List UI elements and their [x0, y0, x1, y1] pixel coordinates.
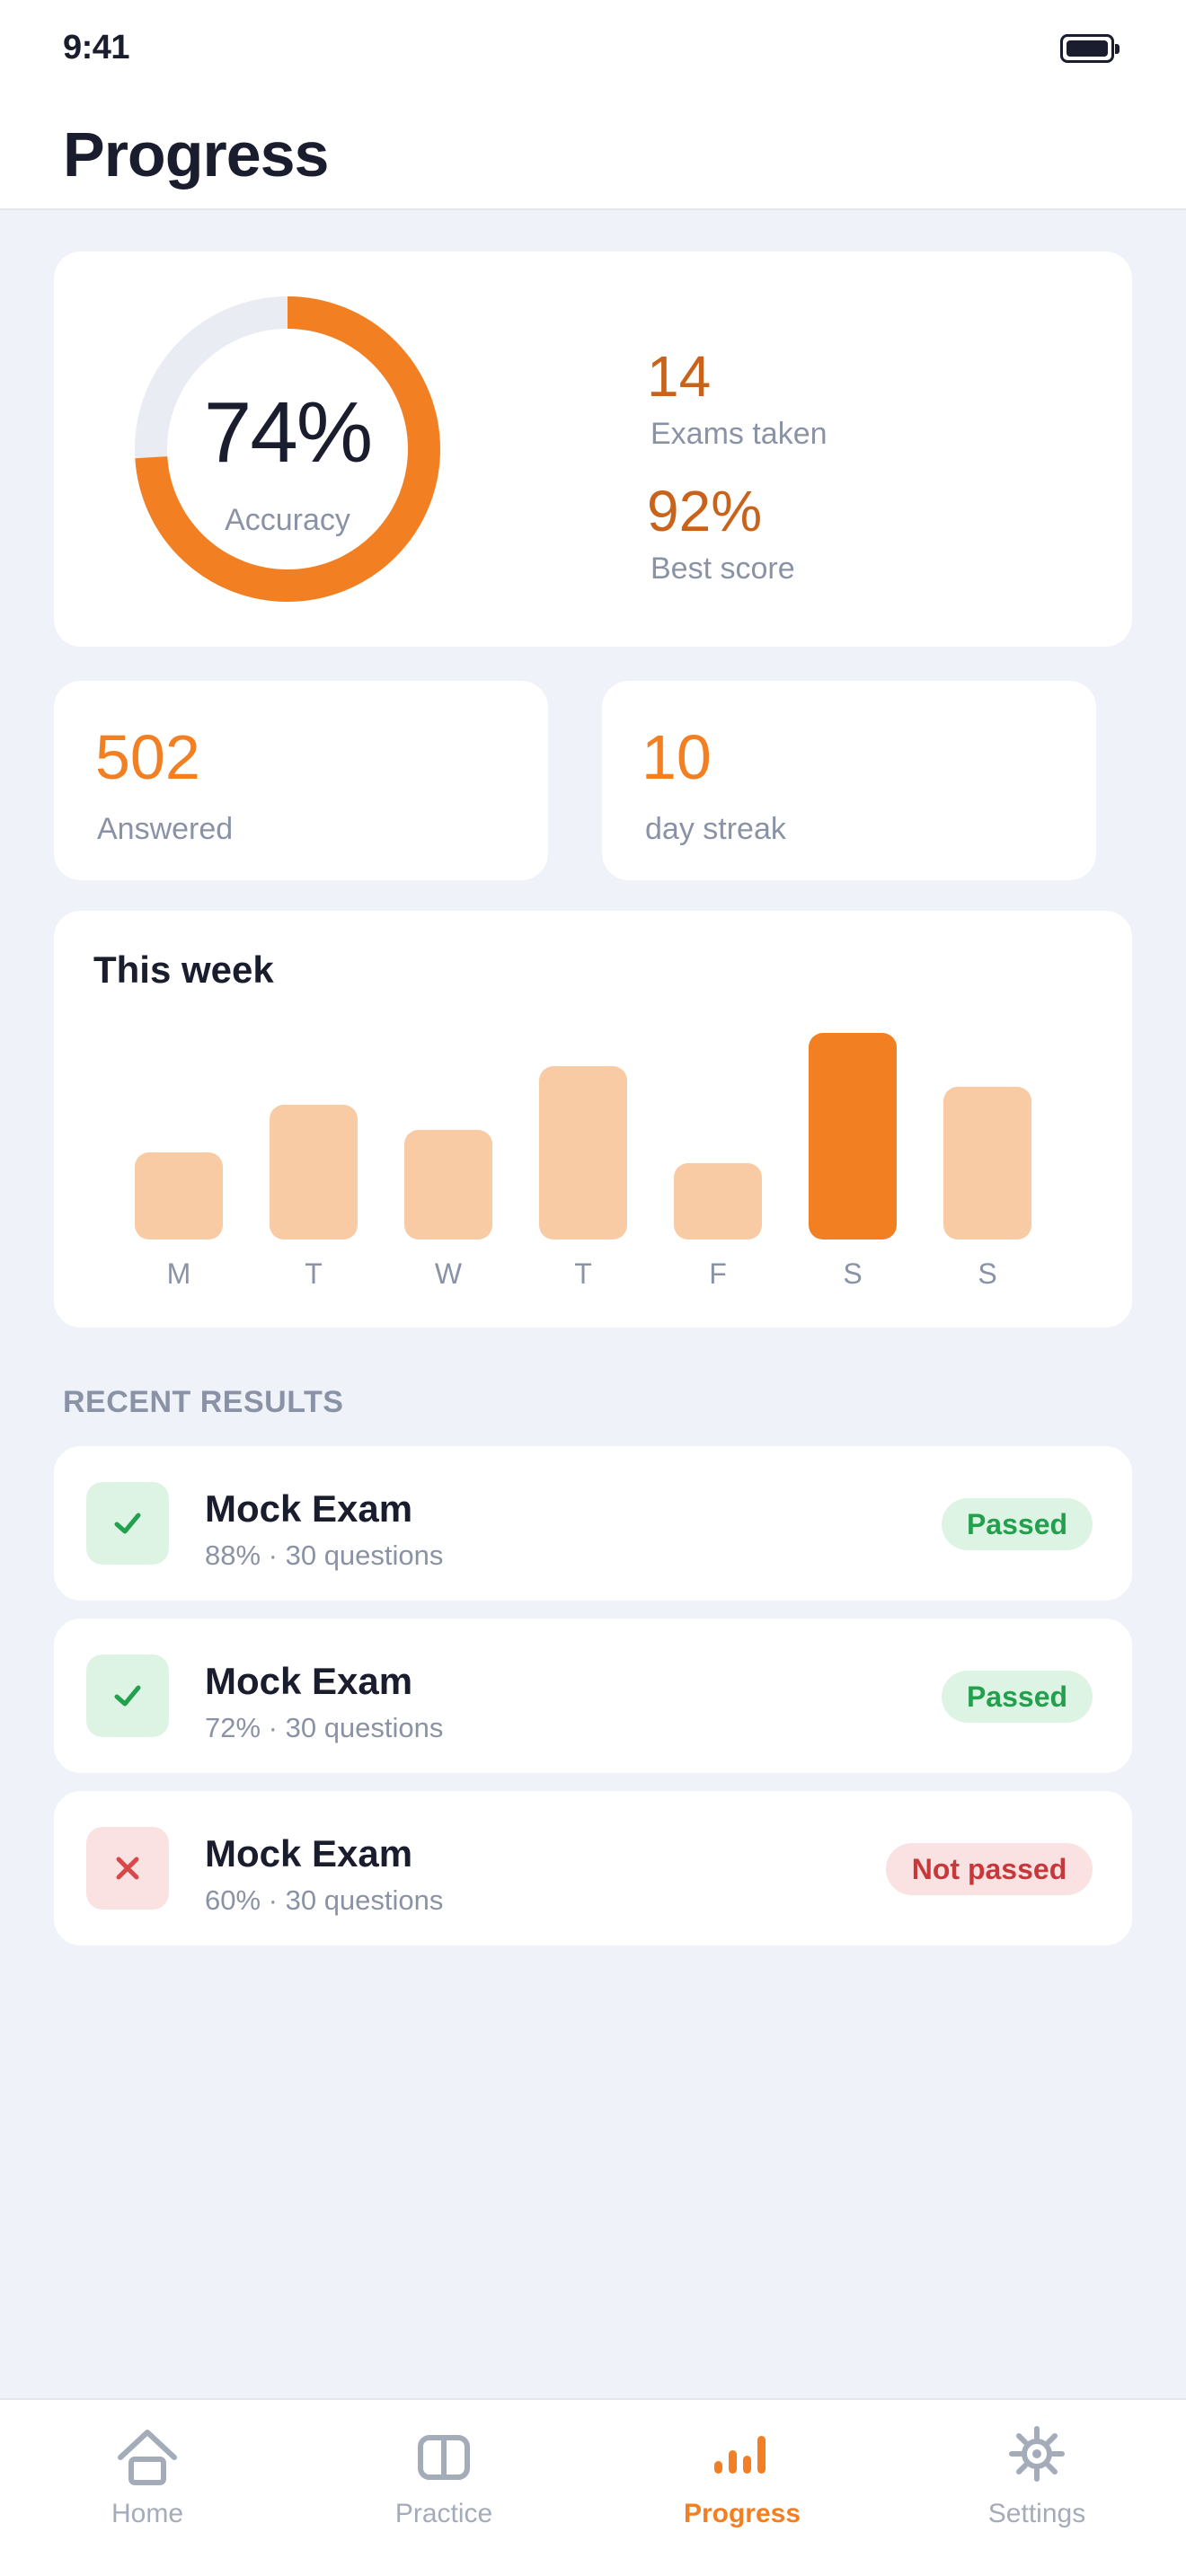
exams-taken-value: 14: [647, 344, 712, 409]
home-icon: [118, 2430, 177, 2485]
accuracy-value: 74%: [203, 384, 373, 481]
chart-day-label: T: [305, 1257, 323, 1290]
accuracy-label: Accuracy: [225, 503, 350, 537]
status-badge: Not passed: [886, 1843, 1093, 1895]
answered-value: 502: [95, 722, 200, 792]
result-subtitle: 72% · 30 questions: [205, 1712, 444, 1743]
chart-bar: [270, 1105, 358, 1239]
page-title: Progress: [63, 119, 329, 190]
best-score-label: Best score: [651, 551, 795, 586]
chart-bar: [539, 1066, 627, 1239]
close-icon: [86, 1827, 169, 1910]
check-icon: [86, 1654, 169, 1737]
exams-taken-label: Exams taken: [651, 417, 828, 451]
result-subtitle: 88% · 30 questions: [205, 1539, 444, 1571]
streak-value: 10: [642, 722, 712, 792]
tab-progress[interactable]: Progress: [634, 2398, 850, 2576]
book-icon: [418, 2435, 470, 2480]
status-badge: Passed: [942, 1498, 1093, 1550]
status-badge: Passed: [942, 1671, 1093, 1723]
check-icon: [86, 1482, 169, 1565]
result-subtitle: 60% · 30 questions: [205, 1884, 444, 1916]
status-time: 9:41: [63, 29, 130, 66]
chart-bar: [943, 1087, 1031, 1239]
chart-bar: [674, 1163, 762, 1239]
battery-icon: [1060, 34, 1120, 63]
result-row[interactable]: Mock Exam 60% · 30 questions Not passed: [54, 1791, 1132, 1945]
tab-practice[interactable]: Practice: [336, 2398, 552, 2576]
tab-home[interactable]: Home: [40, 2398, 255, 2576]
chart-bar: [809, 1033, 897, 1239]
chart-day-label: W: [434, 1257, 463, 1290]
tab-settings[interactable]: Settings: [929, 2398, 1145, 2576]
result-row[interactable]: Mock Exam 72% · 30 questions Passed: [54, 1619, 1132, 1773]
bar-chart-icon: [714, 2436, 766, 2474]
tab-label: Practice: [394, 2499, 493, 2528]
result-title: Mock Exam: [205, 1487, 413, 1530]
gear-icon: [1009, 2426, 1065, 2482]
best-score-value: 92%: [647, 479, 763, 543]
tab-label: Home: [111, 2499, 184, 2528]
weekly-chart-title: This week: [93, 948, 274, 991]
recent-results-heading: RECENT RESULTS: [63, 1385, 344, 1419]
result-row[interactable]: Mock Exam 88% · 30 questions Passed: [54, 1446, 1132, 1601]
tab-label: Progress: [683, 2499, 801, 2528]
chart-day-label: F: [709, 1257, 727, 1290]
chart-day-label: S: [843, 1257, 863, 1290]
tab-label: Settings: [987, 2499, 1086, 2528]
answered-label: Answered: [97, 812, 234, 846]
streak-label: day streak: [645, 812, 786, 846]
chart-bar: [135, 1152, 223, 1239]
chart-day-label: T: [574, 1257, 592, 1290]
chart-day-label: M: [166, 1257, 191, 1290]
chart-bar: [404, 1130, 492, 1239]
chart-day-label: S: [978, 1257, 997, 1290]
result-title: Mock Exam: [205, 1660, 413, 1702]
result-title: Mock Exam: [205, 1832, 413, 1875]
